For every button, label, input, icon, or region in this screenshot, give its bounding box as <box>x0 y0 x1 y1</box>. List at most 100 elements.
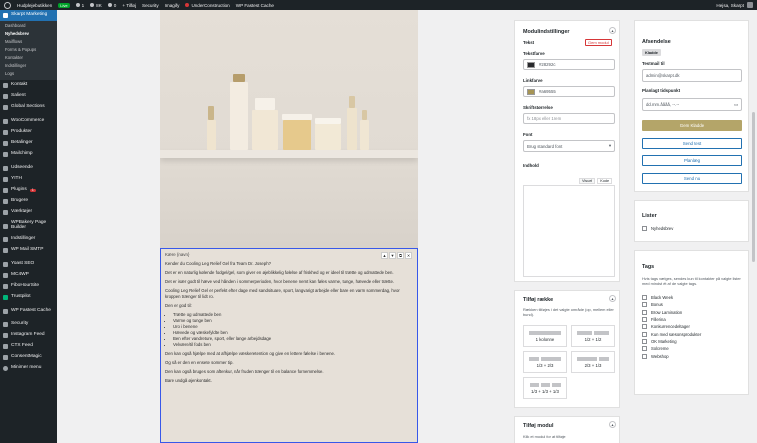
menu-woocommerce[interactable]: WooCommerce <box>0 116 57 127</box>
under-construction-link[interactable]: UnderConstruction <box>185 3 230 8</box>
submenu-item-kontakter[interactable]: Kontakter <box>0 54 57 62</box>
menu-plugins[interactable]: Plugins 1 <box>0 185 57 196</box>
menu-consentmagic[interactable]: ConsentMagic <box>0 352 57 363</box>
imagify-link[interactable]: Imagify <box>165 3 180 8</box>
wordpress-logo-icon[interactable] <box>4 1 11 9</box>
menu-ctx-feed[interactable]: CTX Feed <box>0 341 57 352</box>
tag-checkbox[interactable]: Black Week <box>642 294 701 301</box>
save-module-button[interactable]: Gem modul <box>585 39 612 46</box>
submenu-item-logs[interactable]: Logs <box>0 70 57 78</box>
menu-indstillinger[interactable]: Indstillinger <box>0 234 57 245</box>
checkbox[interactable] <box>642 309 647 315</box>
updates-link[interactable]: 1 <box>75 3 84 8</box>
color-swatch[interactable] <box>527 61 535 68</box>
checkbox[interactable] <box>642 226 647 232</box>
submenu-item-forms[interactable]: Forms & Popups <box>0 46 57 54</box>
send-test-button[interactable]: Send test <box>642 138 742 149</box>
menu-wp-mail-smtp[interactable]: WP Mail SMTP <box>0 245 57 256</box>
row-option-three-thirds[interactable]: 1/3 + 1/3 + 1/3 <box>523 377 567 399</box>
menu-instagram-feed[interactable]: Instagram Feed <box>0 330 57 341</box>
collapse-icon[interactable]: ▴ <box>609 421 616 428</box>
new-content-link[interactable]: + Tilføj <box>122 3 136 8</box>
row-option-twothirds-third[interactable]: 2/3 + 1/3 <box>571 351 615 373</box>
save-draft-button[interactable]: Gem Kladde <box>642 120 742 131</box>
mc4wp-icon <box>3 273 8 278</box>
checkbox[interactable] <box>642 295 647 301</box>
duplicate-icon[interactable]: ⧉ <box>397 252 404 259</box>
menu-vaerktoejer[interactable]: Værktøjer <box>0 207 57 218</box>
checkbox[interactable] <box>642 331 647 337</box>
schedule-input[interactable]: dd.mm.åååå, --.-- ▭ <box>642 98 742 111</box>
font-select[interactable]: Brug standard font ▾ <box>523 140 615 152</box>
checkbox[interactable] <box>642 317 647 323</box>
test-mail-input[interactable]: admin@skarpt.dk <box>642 69 742 82</box>
text-block-selected[interactable]: ▲ ▼ ⧉ ✕ Kære {navn} Kender du Cooling Leg R… <box>160 248 418 443</box>
menu-fibohoursite[interactable]: FiboHourSite <box>0 281 57 292</box>
yith-icon <box>3 177 8 182</box>
collapse-icon[interactable]: ▴ <box>609 295 616 302</box>
checkbox[interactable] <box>642 338 647 344</box>
scrollbar[interactable] <box>752 112 755 262</box>
tag-checkbox[interactable]: Brow Lamination <box>642 309 701 316</box>
submenu-item-mailflows[interactable]: Mailflows <box>0 38 57 46</box>
tag-checkbox[interactable]: Bonus <box>642 301 701 308</box>
textcolor-field[interactable]: #28292c <box>523 59 615 70</box>
menu-brugere[interactable]: Brugere <box>0 196 57 207</box>
menu-kontakt[interactable]: Kontakt <box>0 80 57 91</box>
product-photo <box>160 10 418 248</box>
menu-wp-fastest-cache[interactable]: WP Fastest Cache <box>0 303 57 319</box>
checkbox[interactable] <box>642 353 647 359</box>
menu-betalinger[interactable]: Betalinger <box>0 138 57 149</box>
menu-yith[interactable]: YITH <box>0 174 57 185</box>
menu-mailchimp[interactable]: Mailchimp <box>0 149 57 160</box>
move-down-icon[interactable]: ▼ <box>389 252 396 259</box>
submenu-item-nyhedsbrev[interactable]: Nyhedsbrev <box>0 30 57 38</box>
move-up-icon[interactable]: ▲ <box>381 252 388 259</box>
calendar-icon[interactable]: ▭ <box>734 102 738 108</box>
tag-checkbox[interactable]: Konkurrencedeltager <box>642 323 701 330</box>
cache-link[interactable]: WP Fastest Cache <box>236 3 274 8</box>
woo-icon <box>3 119 8 124</box>
menu-udseende[interactable]: Udseende <box>0 163 57 174</box>
security-link[interactable]: Security <box>142 3 159 8</box>
collapse-icon[interactable]: ▴ <box>609 27 616 34</box>
tag-checkbox[interactable]: Kun med sæsonsprodukter <box>642 330 701 337</box>
menu-security[interactable]: Security <box>0 319 57 330</box>
tab-code[interactable]: Kode <box>597 178 613 184</box>
menu-produkter[interactable]: Produkter <box>0 127 57 138</box>
color-swatch[interactable] <box>527 88 535 95</box>
list-checkbox-nyhedsbrev[interactable]: Nyhedsbrev <box>642 225 673 232</box>
row-option-1col[interactable]: 1 kolonne <box>523 325 567 347</box>
send-now-button[interactable]: Send nu <box>642 173 742 184</box>
tag-checkbox[interactable]: Solcreme <box>642 345 701 352</box>
content-editor[interactable] <box>523 185 615 277</box>
menu-wpbakery[interactable]: WPBakery Page Builder <box>0 218 57 234</box>
menu-global-sections[interactable]: Global Sections <box>0 102 57 113</box>
schedule-button[interactable]: Planlæg <box>642 155 742 166</box>
tag-checkbox[interactable]: OK Marketing <box>642 338 701 345</box>
site-name-link[interactable]: Hudplejebutikken <box>17 3 52 8</box>
tag-checkbox[interactable]: Fillerina <box>642 316 701 323</box>
user-menu[interactable]: Hejsa, Skarpt <box>716 2 753 8</box>
fontsize-input[interactable]: fx 18px eller 1rem <box>523 113 615 124</box>
menu-salient[interactable]: Salient <box>0 91 57 102</box>
row-option-half-half[interactable]: 1/2 + 1/2 <box>571 325 615 347</box>
checkbox[interactable] <box>642 324 647 330</box>
linkcolor-field[interactable]: #a69555 <box>523 86 615 97</box>
checkbox[interactable] <box>642 302 647 308</box>
plugin-icon <box>3 188 8 193</box>
row-option-third-twothirds[interactable]: 1/3 + 2/3 <box>523 351 567 373</box>
menu-skarpt-marketing[interactable]: Skarpt Marketing <box>0 10 57 21</box>
tag-checkbox[interactable]: Webshop <box>642 352 701 359</box>
menu-yoast[interactable]: Yoast SEO <box>0 259 57 270</box>
submenu-item-indstillinger[interactable]: Indstillinger <box>0 62 57 70</box>
menu-trustpilot[interactable]: Trustpilot <box>0 292 57 303</box>
submenu-item-dashboard[interactable]: Dashboard <box>0 22 57 30</box>
checkbox[interactable] <box>642 346 647 352</box>
tab-visual[interactable]: Visuel <box>579 178 596 184</box>
comments-link[interactable]: 0 <box>107 3 116 8</box>
counter-link[interactable]: 8K <box>90 3 102 8</box>
menu-mc4wp[interactable]: MC4WP <box>0 270 57 281</box>
menu-collapse[interactable]: Minimer menu <box>0 363 57 374</box>
delete-icon[interactable]: ✕ <box>405 252 412 259</box>
